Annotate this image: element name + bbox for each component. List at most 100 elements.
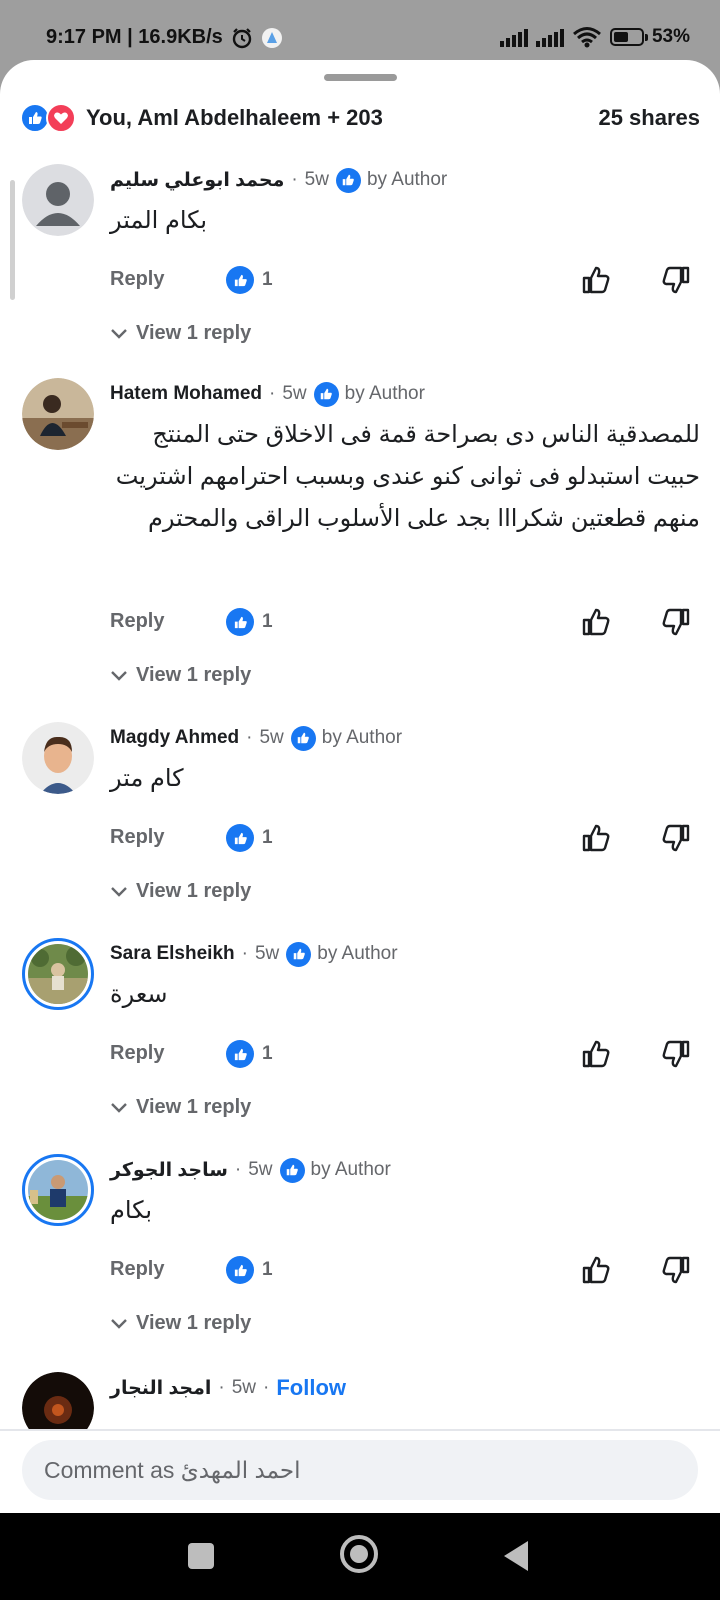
author-label: by Author: [344, 383, 425, 404]
downvote-icon[interactable]: [660, 1038, 692, 1070]
upvote-icon[interactable]: [580, 264, 612, 296]
like-count-value: 1: [262, 269, 273, 290]
comment-time: 5w: [231, 1377, 257, 1398]
love-reaction-icon: [46, 103, 76, 133]
upvote-icon[interactable]: [580, 822, 612, 854]
author-liked-badge: by Author: [279, 1157, 391, 1183]
reply-button[interactable]: Reply: [110, 1042, 164, 1065]
avatar[interactable]: [22, 164, 94, 236]
separator-dot: ·: [241, 943, 248, 964]
like-count-value: 1: [262, 827, 273, 848]
comment-input-placeholder: Comment as احمد المهدئ: [44, 1456, 301, 1483]
like-count[interactable]: 1: [226, 1256, 273, 1284]
shares-count[interactable]: 25 shares: [598, 105, 700, 131]
signal-2-icon: [535, 27, 564, 47]
wifi-icon: [573, 27, 601, 48]
like-count-value: 1: [262, 1259, 273, 1280]
author-liked-badge: by Author: [286, 941, 398, 967]
author-label: by Author: [366, 169, 448, 190]
comment-actions: Reply 1: [110, 824, 700, 858]
commenter-name[interactable]: ساجد الجوكر: [110, 1159, 228, 1182]
battery-icon: [609, 28, 648, 46]
reactions-summary[interactable]: You, Aml Abdelhaleem + 203: [20, 103, 383, 133]
comment-meta: Sara Elsheikh · 5w by Author: [110, 938, 398, 970]
view-replies-label: View 1 reply: [136, 664, 252, 686]
comment-time: 5w: [304, 169, 329, 190]
comment-item: Sara Elsheikh · 5w by Author سعرة Reply …: [0, 938, 720, 1128]
upvote-icon[interactable]: [580, 1254, 612, 1286]
like-icon: [226, 824, 254, 852]
reply-button[interactable]: Reply: [110, 826, 164, 849]
separator-dot: ·: [218, 1377, 225, 1398]
comment-item: محمد ابوعلي سليم · 5w by Author بكام الم…: [0, 164, 720, 354]
comment-text: بكام: [110, 1197, 153, 1224]
downvote-icon[interactable]: [660, 822, 692, 854]
home-button[interactable]: [340, 1535, 378, 1573]
status-right: 53%: [499, 26, 690, 48]
view-replies-button[interactable]: View 1 reply: [110, 664, 251, 687]
commenter-name[interactable]: Hatem Mohamed: [110, 383, 262, 405]
chevron-down-icon: [111, 1102, 127, 1113]
recent-apps-button[interactable]: [188, 1543, 214, 1569]
view-replies-label: View 1 reply: [136, 322, 252, 344]
commenter-name[interactable]: محمد ابوعلي سليم: [110, 169, 284, 192]
downvote-icon[interactable]: [660, 606, 692, 638]
separator-dot: ·: [246, 727, 253, 748]
downvote-icon[interactable]: [660, 264, 692, 296]
reactions-summary-text: You, Aml Abdelhaleem + 203: [86, 105, 383, 130]
commenter-name[interactable]: Sara Elsheikh: [110, 943, 235, 965]
author-liked-badge: by Author: [335, 167, 448, 193]
like-icon: [226, 608, 254, 636]
reply-button[interactable]: Reply: [110, 268, 164, 291]
battery-percent: 53%: [651, 26, 690, 47]
reply-button[interactable]: Reply: [110, 1258, 164, 1281]
view-replies-button[interactable]: View 1 reply: [110, 1312, 251, 1335]
follow-button[interactable]: Follow: [276, 1375, 346, 1401]
comment-item: Magdy Ahmed · 5w by Author كام متر Reply…: [0, 722, 720, 912]
author-liked-badge: by Author: [313, 381, 425, 407]
avatar[interactable]: [22, 378, 94, 450]
sheet-drag-handle[interactable]: [324, 74, 397, 81]
upvote-icon[interactable]: [580, 606, 612, 638]
reply-button[interactable]: Reply: [110, 610, 164, 633]
like-count[interactable]: 1: [226, 608, 273, 636]
view-replies-button[interactable]: View 1 reply: [110, 322, 251, 345]
downvote-icon[interactable]: [660, 1254, 692, 1286]
comment-time: 5w: [254, 943, 280, 964]
like-icon: [226, 1040, 254, 1068]
comment-item: Hatem Mohamed · 5w by Author للمصدقية ال…: [0, 378, 720, 686]
comment-time: 5w: [259, 727, 284, 748]
thumbs-up-icon: [290, 725, 316, 751]
view-replies-button[interactable]: View 1 reply: [110, 1096, 251, 1119]
comment-text: كام متر: [110, 765, 184, 792]
separator-dot: ·: [263, 1377, 270, 1398]
comment-meta: Magdy Ahmed · 5w by Author: [110, 722, 402, 754]
like-count[interactable]: 1: [226, 1040, 273, 1068]
comment-time: 5w: [282, 383, 307, 404]
separator-dot: ·: [269, 383, 276, 404]
comment-actions: Reply 1: [110, 608, 700, 642]
avatar[interactable]: [22, 1372, 94, 1430]
avatar[interactable]: [22, 938, 94, 1010]
author-label: by Author: [321, 727, 403, 748]
chevron-down-icon: [111, 670, 127, 681]
author-liked-badge: by Author: [290, 725, 403, 751]
comment-text: سعرة: [110, 981, 168, 1008]
view-replies-button[interactable]: View 1 reply: [110, 880, 251, 903]
like-count[interactable]: 1: [226, 266, 273, 294]
avatar[interactable]: [22, 1154, 94, 1226]
commenter-name[interactable]: امجد النجار: [110, 1377, 211, 1400]
like-icon: [226, 1256, 254, 1284]
back-button[interactable]: [504, 1541, 528, 1571]
upvote-icon[interactable]: [580, 1038, 612, 1070]
comment-meta: امجد النجار · 5w · Follow: [110, 1372, 346, 1404]
like-count-value: 1: [262, 611, 273, 632]
signal-1-icon: [499, 27, 528, 47]
commenter-name[interactable]: Magdy Ahmed: [110, 727, 239, 749]
avatar[interactable]: [22, 722, 94, 794]
chevron-down-icon: [111, 328, 127, 339]
like-count[interactable]: 1: [226, 824, 273, 852]
comment-input[interactable]: Comment as احمد المهدئ: [22, 1440, 698, 1500]
separator-dot: ·: [234, 1159, 242, 1180]
thumbs-up-icon: [335, 167, 361, 193]
